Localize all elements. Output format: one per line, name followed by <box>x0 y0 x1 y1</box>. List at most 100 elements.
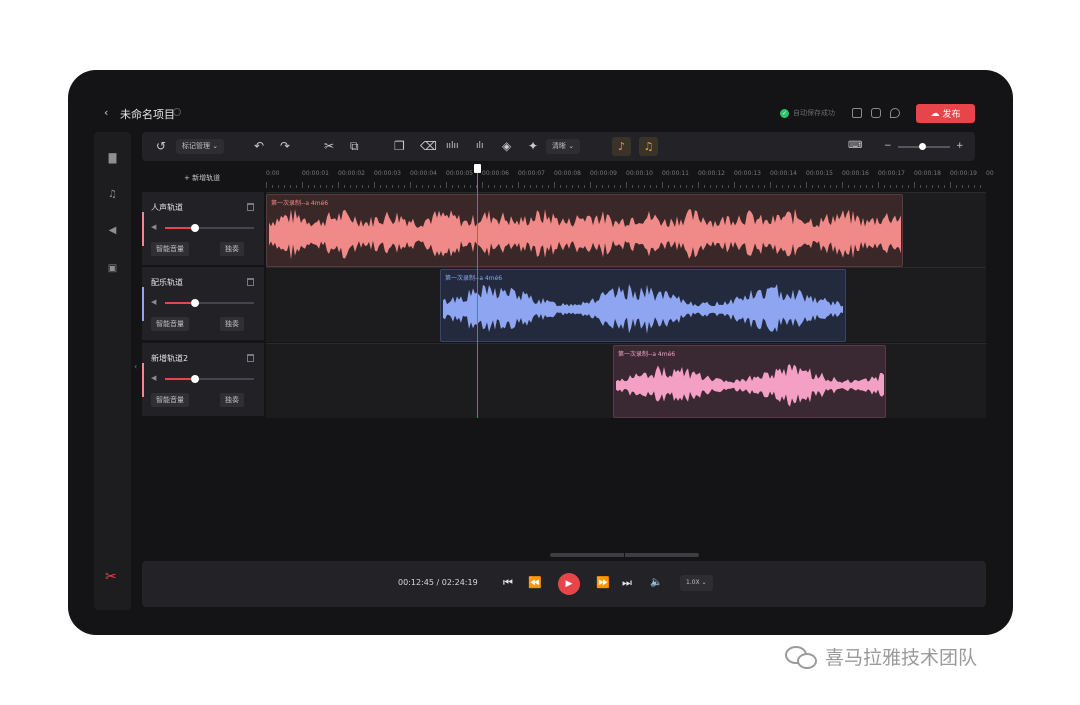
ruler-tick <box>932 185 933 188</box>
ruler-tick <box>674 185 675 188</box>
scissors-icon[interactable]: ✂ <box>105 569 117 585</box>
speaker-icon[interactable]: ◀ <box>107 226 118 236</box>
publish-button[interactable]: ☁ 发布 <box>916 104 975 123</box>
solo-button[interactable]: 独奏 <box>220 242 244 256</box>
project-name[interactable]: 未命名项目 <box>120 106 175 122</box>
waveform-shape <box>443 284 843 334</box>
current-time: 00:12:45 <box>398 578 434 587</box>
playhead[interactable] <box>477 166 478 418</box>
play-button[interactable]: ▶ <box>558 573 580 595</box>
zoom-out-icon[interactable]: − <box>884 139 892 153</box>
smart-volume-button[interactable]: 智能音量 <box>151 317 189 331</box>
ruler-tick <box>590 182 591 188</box>
info-icon[interactable] <box>173 108 181 116</box>
volume-icon: ◀ <box>151 223 157 231</box>
audio-clip[interactable]: 第一次录制--a 4mé6 <box>613 345 886 418</box>
ruler-tick-label: 00:00:10 <box>626 170 653 177</box>
editor-toolbar: ↺ 标记管理 ⌄ ↶ ↷ ✂ ⧉ ❐ ⌫ ıılıı ılı ◈ ✦ 清晰 ⌄ … <box>142 132 975 161</box>
ruler-tick <box>854 185 855 188</box>
add-track-button[interactable]: + 新增轨道 <box>184 173 220 183</box>
voice-mark-icon[interactable]: ♪ <box>612 137 631 156</box>
redo-icon[interactable]: ↷ <box>280 139 290 153</box>
collapse-panel-icon[interactable]: ‹ <box>134 362 137 371</box>
ruler-tick <box>506 185 507 188</box>
upload-cloud-icon: ☁ <box>930 108 940 119</box>
track-name[interactable]: 配乐轨道 <box>151 277 183 288</box>
smart-volume-button[interactable]: 智能音量 <box>151 393 189 407</box>
ruler-tick <box>314 185 315 188</box>
solo-button[interactable]: 独奏 <box>220 393 244 407</box>
save-icon[interactable]: ▣ <box>107 264 118 274</box>
music-mark-icon[interactable]: ♫ <box>639 137 658 156</box>
volume-slider-handle[interactable] <box>191 224 199 232</box>
delete-icon[interactable]: ⌫ <box>420 139 437 153</box>
music-note-icon[interactable]: ♫ <box>107 190 118 200</box>
ruler-tick <box>596 185 597 188</box>
rewind-icon[interactable]: ⏪ <box>528 577 542 589</box>
ruler-tick-label: 00:00:06 <box>482 170 509 177</box>
trash-icon[interactable] <box>247 278 254 286</box>
volume-icon[interactable]: 🔈 <box>650 577 662 589</box>
solo-button[interactable]: 独奏 <box>220 317 244 331</box>
time-display: 00:12:45 / 02:24:19 <box>398 578 478 587</box>
time-ruler[interactable]: 0:00 00:00:01 00:00:02 00:00:03 00:00:04 00:0… <box>266 166 994 190</box>
audio-clip[interactable]: 第一次录制--a 4mé6 <box>266 194 903 267</box>
folder-icon[interactable]: ▇ <box>107 154 118 164</box>
ruler-tick <box>848 185 849 188</box>
title-bar: ‹ 未命名项目 ✓ 自动保存成功 ☁ 发布 <box>68 70 1013 130</box>
ruler-tick <box>980 185 981 188</box>
save-icon[interactable] <box>852 108 862 118</box>
audio-clip[interactable]: 第一次录制--a 4mé6 <box>440 269 846 342</box>
waveform-icon[interactable]: ıılıı <box>446 139 459 153</box>
trash-icon[interactable] <box>247 354 254 362</box>
copy-icon[interactable]: ❐ <box>394 139 405 153</box>
ruler-tick <box>440 185 441 188</box>
track-color-bar <box>142 212 144 246</box>
skip-to-end-icon[interactable]: ⏭ <box>622 577 632 589</box>
ruler-tick <box>860 185 861 188</box>
keyboard-icon[interactable]: ⌨ <box>848 139 862 153</box>
ruler-tick <box>662 182 663 188</box>
crop-icon[interactable]: ⧉ <box>350 139 359 153</box>
playback-speed-select[interactable]: 1.0X ⌄ <box>680 575 713 591</box>
trash-icon[interactable] <box>247 203 254 211</box>
track-lane[interactable]: 第一次录制--a 4mé6 <box>266 192 986 267</box>
ruler-tick <box>722 185 723 188</box>
fast-forward-icon[interactable]: ⏩ <box>596 577 610 589</box>
volume-slider-handle[interactable] <box>191 375 199 383</box>
bars-icon[interactable]: ılı <box>476 139 484 153</box>
waveform <box>616 364 884 407</box>
denoise-select[interactable]: 清晰 ⌄ <box>546 139 581 154</box>
undo-icon[interactable]: ↶ <box>254 139 264 153</box>
ruler-tick <box>836 185 837 188</box>
message-icon[interactable] <box>871 108 881 118</box>
skip-to-start-icon[interactable]: ⏮ <box>503 577 513 589</box>
location-icon[interactable] <box>890 108 900 118</box>
playhead-handle[interactable] <box>474 164 481 173</box>
ruler-tick <box>614 185 615 188</box>
ruler-tick <box>368 185 369 188</box>
track-lane[interactable]: 第一次录制--a 4mé6 <box>266 267 986 342</box>
ruler-tick-label: 00:00:07 <box>518 170 545 177</box>
ruler-tick <box>458 185 459 188</box>
ruler-tick <box>824 185 825 188</box>
ruler-tick <box>530 185 531 188</box>
cut-icon[interactable]: ✂ <box>324 139 334 153</box>
magic-icon[interactable]: ✦ <box>528 139 538 153</box>
track-name[interactable]: 人声轨道 <box>151 202 183 213</box>
save-status-text: 自动保存成功 <box>793 109 835 117</box>
total-time: 02:24:19 <box>441 578 478 587</box>
reset-icon[interactable]: ↺ <box>156 139 166 153</box>
track-lane[interactable]: 第一次录制--a 4mé6 <box>266 343 986 418</box>
zoom-in-icon[interactable]: + <box>956 139 964 153</box>
volume-slider-handle[interactable] <box>191 299 199 307</box>
effect-icon[interactable]: ◈ <box>502 139 511 153</box>
timeline-scrollbar[interactable] <box>550 553 699 557</box>
track-name[interactable]: 新增轨道2 <box>151 353 188 364</box>
back-icon[interactable]: ‹ <box>104 106 108 119</box>
ruler-tick <box>878 182 879 188</box>
tag-manage-select[interactable]: 标记管理 ⌄ <box>176 139 225 154</box>
ruler-tick <box>560 185 561 188</box>
zoom-slider-handle[interactable] <box>919 143 926 150</box>
smart-volume-button[interactable]: 智能音量 <box>151 242 189 256</box>
